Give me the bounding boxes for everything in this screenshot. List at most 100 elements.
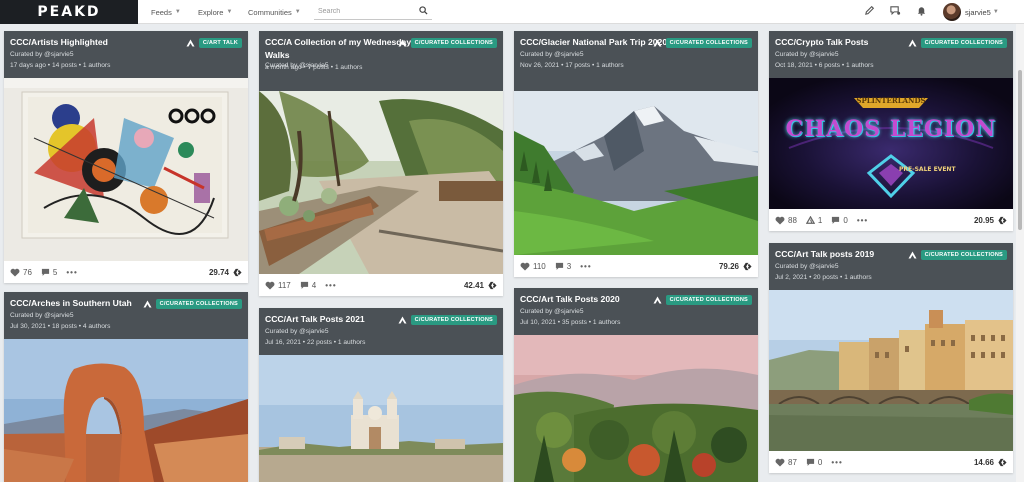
card-stats: Oct 18, 2021 • 6 posts • 1 authors bbox=[775, 61, 1007, 71]
nav-feeds[interactable]: Feeds ▼ bbox=[151, 0, 181, 24]
separator: • bbox=[47, 62, 51, 69]
comment-button[interactable]: 3 bbox=[555, 262, 571, 271]
card-image-kandinsky-painting[interactable] bbox=[4, 78, 248, 261]
hive-icon bbox=[998, 216, 1007, 224]
card-image-chaos-legion[interactable]: SPLINTERLANDS CHAOS LEGION PRE-SALE EVEN… bbox=[769, 78, 1013, 209]
card-posts: 14 posts bbox=[51, 62, 77, 69]
card-header: CCC/Arches in Southern Utah Curated by @… bbox=[4, 292, 248, 339]
pencil-icon[interactable] bbox=[864, 5, 875, 16]
community-triangle-icon bbox=[908, 39, 917, 47]
nav-communities[interactable]: Communities ▼ bbox=[248, 0, 301, 24]
payout[interactable]: 29.74 bbox=[209, 268, 242, 277]
collection-card[interactable]: CCC/Art Talk Posts 2020 Curated by @sjar… bbox=[514, 288, 758, 482]
nav-communities-label: Communities bbox=[248, 7, 292, 17]
chevron-down-icon: ▼ bbox=[294, 9, 301, 15]
card-authors: 1 authors bbox=[82, 62, 111, 69]
reblog-count: 1 bbox=[817, 215, 823, 225]
card-image-garden-path[interactable] bbox=[259, 91, 503, 274]
hive-icon bbox=[998, 458, 1007, 466]
card-age: Jul 30, 2021 bbox=[10, 323, 46, 330]
community-badge[interactable]: C/ART TALK bbox=[186, 38, 242, 48]
card-image-jungle-painting[interactable] bbox=[514, 335, 758, 482]
like-button[interactable]: 88 bbox=[775, 216, 797, 225]
payout[interactable]: 79.26 bbox=[719, 262, 752, 271]
card-age: Nov 26, 2021 bbox=[520, 62, 560, 69]
card-stats: Jul 2, 2021 • 20 posts • 1 authors bbox=[775, 273, 1007, 283]
like-button[interactable]: 110 bbox=[520, 262, 546, 271]
card-image-florence-bridge[interactable] bbox=[769, 290, 1013, 451]
search-input[interactable] bbox=[314, 7, 410, 15]
collection-card[interactable]: CCC/A Collection of my Wednesday Walks a… bbox=[259, 31, 503, 296]
card-image-delicate-arch[interactable] bbox=[4, 339, 248, 482]
reblog-button[interactable]: 1 bbox=[805, 215, 823, 225]
payout[interactable]: 20.95 bbox=[974, 216, 1007, 225]
card-footer: 110 3 ••• 79.26 bbox=[514, 255, 758, 277]
comment-icon bbox=[41, 268, 50, 276]
nav-explore[interactable]: Explore ▼ bbox=[198, 0, 232, 24]
collection-card[interactable]: CCC/Art Talk Posts 2021 Curated by @sjar… bbox=[259, 308, 503, 482]
card-image-glacier-mountain[interactable] bbox=[514, 91, 758, 255]
username-label: sjarvie5 bbox=[965, 7, 991, 17]
card-title[interactable]: CCC/Artists Highlighted bbox=[10, 36, 170, 49]
card-header: CCC/Glacier National Park Trip 2020 Cura… bbox=[514, 31, 758, 91]
card-header: CCC/Art Talk Posts 2021 Curated by @sjar… bbox=[259, 308, 503, 355]
user-menu[interactable]: sjarvie5 ▼ bbox=[965, 0, 999, 24]
community-badge[interactable]: C/CURATED COLLECTIONS bbox=[653, 295, 752, 305]
payout[interactable]: 42.41 bbox=[464, 281, 497, 290]
collection-card[interactable]: CCC/Crypto Talk Posts Curated by @sjarvi… bbox=[769, 31, 1013, 231]
search-icon[interactable] bbox=[419, 6, 428, 15]
community-badge[interactable]: C/CURATED COLLECTIONS bbox=[653, 38, 752, 48]
community-badge[interactable]: C/CURATED COLLECTIONS bbox=[908, 38, 1007, 48]
image-text-presale: PRE-SALE EVENT bbox=[899, 166, 956, 173]
community-triangle-icon bbox=[908, 251, 917, 259]
bell-icon[interactable] bbox=[916, 5, 927, 16]
more-icon[interactable]: ••• bbox=[66, 268, 77, 277]
payout[interactable]: 14.66 bbox=[974, 458, 1007, 467]
community-badge[interactable]: C/CURATED COLLECTIONS bbox=[143, 299, 242, 309]
card-posts: 22 posts bbox=[306, 339, 332, 346]
community-triangle-icon bbox=[653, 296, 662, 304]
card-curator: Curated by @sjarvie5 bbox=[10, 312, 74, 319]
comment-button[interactable]: 0 bbox=[806, 458, 822, 467]
card-authors: 1 authors bbox=[846, 62, 874, 69]
comment-button[interactable]: 0 bbox=[831, 216, 848, 225]
card-image-mission-church[interactable] bbox=[259, 355, 503, 482]
separator: • bbox=[330, 64, 334, 71]
more-icon[interactable]: ••• bbox=[831, 458, 842, 467]
collection-card[interactable]: CCC/Arches in Southern Utah Curated by @… bbox=[4, 292, 248, 482]
comment-button[interactable]: 5 bbox=[41, 268, 57, 277]
comment-button[interactable]: 4 bbox=[300, 281, 316, 290]
card-authors: 1 authors bbox=[592, 319, 621, 326]
community-badge[interactable]: C/CURATED COLLECTIONS bbox=[398, 38, 497, 48]
collection-card[interactable]: CCC/Glacier National Park Trip 2020 Cura… bbox=[514, 31, 758, 277]
more-icon[interactable]: ••• bbox=[857, 216, 868, 225]
avatar[interactable] bbox=[943, 3, 961, 21]
card-stats: Jul 16, 2021 • 22 posts • 1 authors bbox=[265, 338, 497, 348]
community-badge[interactable]: C/CURATED COLLECTIONS bbox=[908, 250, 1007, 260]
card-posts: 20 posts bbox=[813, 274, 839, 281]
badge-label: C/CURATED COLLECTIONS bbox=[665, 295, 752, 305]
comment-icon bbox=[555, 262, 563, 270]
more-icon[interactable]: ••• bbox=[325, 281, 336, 290]
peakd-logo[interactable]: PEAKD bbox=[0, 0, 138, 24]
payout-value: 14.66 bbox=[973, 457, 994, 467]
chat-icon[interactable] bbox=[889, 5, 901, 16]
collection-card[interactable]: CCC/Art Talk posts 2019 Curated by @sjar… bbox=[769, 243, 1013, 473]
community-triangle-icon bbox=[398, 39, 407, 47]
like-button[interactable]: 117 bbox=[265, 281, 291, 290]
card-footer: 88 1 0 ••• 20.95 bbox=[769, 209, 1013, 231]
card-curator: Curated by @sjarvie5 bbox=[775, 263, 839, 270]
scrollbar-thumb[interactable] bbox=[1018, 70, 1022, 230]
like-button[interactable]: 76 bbox=[10, 268, 32, 277]
card-header: CCC/Crypto Talk Posts Curated by @sjarvi… bbox=[769, 31, 1013, 78]
more-icon[interactable]: ••• bbox=[580, 262, 591, 271]
collection-card[interactable]: CCC/Artists Highlighted Curated by @sjar… bbox=[4, 31, 248, 283]
separator: • bbox=[302, 339, 306, 346]
card-authors: 4 authors bbox=[82, 323, 111, 330]
community-badge[interactable]: C/CURATED COLLECTIONS bbox=[398, 315, 497, 325]
like-button[interactable]: 87 bbox=[775, 458, 797, 467]
like-count: 88 bbox=[788, 215, 797, 225]
badge-label: C/CURATED COLLECTIONS bbox=[920, 250, 1007, 260]
community-triangle-icon bbox=[653, 39, 662, 47]
badge-label: C/CURATED COLLECTIONS bbox=[665, 38, 752, 48]
